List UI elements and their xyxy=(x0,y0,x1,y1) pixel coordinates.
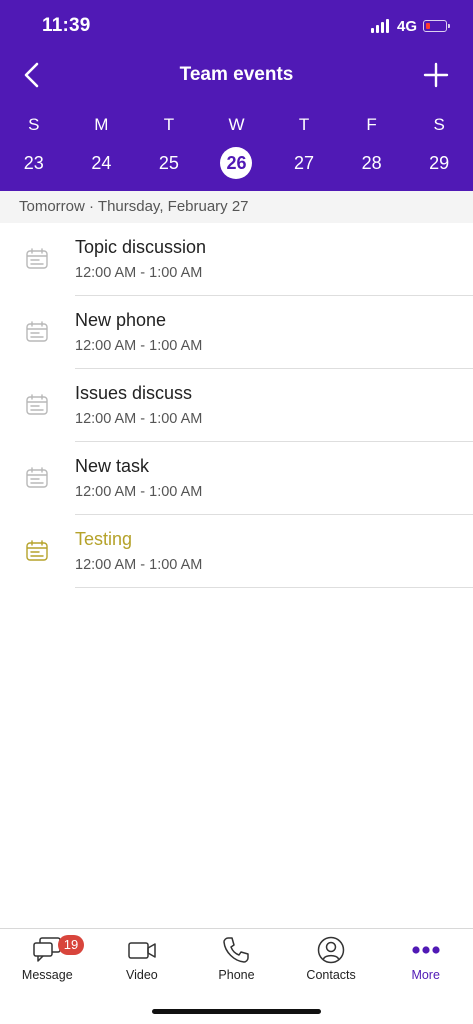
event-item[interactable]: New task 12:00 AM - 1:00 AM xyxy=(0,442,473,515)
tab-label: Video xyxy=(126,968,158,982)
tab-phone[interactable]: Phone xyxy=(189,935,284,982)
tab-label: Message xyxy=(21,968,73,982)
event-time: 12:00 AM - 1:00 AM xyxy=(75,265,203,281)
date-cell[interactable]: 27 xyxy=(288,147,320,179)
date-cell[interactable]: 29 xyxy=(423,147,455,179)
weekday-label: M xyxy=(94,115,109,134)
event-item[interactable]: Topic discussion 12:00 AM - 1:00 AM xyxy=(0,223,473,296)
date-cell[interactable]: 25 xyxy=(153,147,185,179)
weekday-label: T xyxy=(298,115,310,134)
event-item[interactable]: Issues discuss 12:00 AM - 1:00 AM xyxy=(0,369,473,442)
tab-video[interactable]: Video xyxy=(95,935,190,982)
home-indicator xyxy=(152,1009,321,1014)
network-type: 4G xyxy=(396,17,417,35)
date-cell[interactable]: 28 xyxy=(356,147,388,179)
event-list: Topic discussion 12:00 AM - 1:00 AM New … xyxy=(0,223,473,588)
status-time: 11:39 xyxy=(42,15,91,36)
date-cell[interactable]: 24 xyxy=(85,147,117,179)
event-title: New phone xyxy=(75,310,167,330)
calendar-icon xyxy=(26,394,48,415)
header-bar: 11:39 4G Team events S M T W T F S 23 24… xyxy=(0,0,473,191)
date-cell[interactable]: 23 xyxy=(18,147,50,179)
video-camera-icon xyxy=(128,942,156,959)
weekday-label: S xyxy=(433,115,445,134)
divider xyxy=(75,587,473,588)
event-title: New task xyxy=(75,456,150,476)
calendar-icon xyxy=(26,540,48,561)
weekday-label: F xyxy=(366,115,377,134)
weekday-label: S xyxy=(28,115,40,134)
tab-message[interactable]: 19 Message xyxy=(0,935,95,982)
signal-icon xyxy=(370,19,389,33)
event-time: 12:00 AM - 1:00 AM xyxy=(75,338,203,354)
event-title: Issues discuss xyxy=(75,383,193,403)
tab-label: More xyxy=(411,968,440,982)
event-title: Topic discussion xyxy=(75,237,207,257)
event-title: Testing xyxy=(75,529,133,549)
phone-icon xyxy=(223,937,250,963)
date-row: 23 24 25 26 27 28 29 xyxy=(0,147,473,179)
tab-contacts[interactable]: Contacts xyxy=(284,935,379,982)
plus-icon xyxy=(423,62,449,88)
person-circle-icon xyxy=(317,936,345,964)
section-date-label: Tomorrow · Thursday, February 27 xyxy=(0,191,473,223)
weekday-label: T xyxy=(163,115,175,134)
event-time: 12:00 AM - 1:00 AM xyxy=(75,557,203,573)
event-time: 12:00 AM - 1:00 AM xyxy=(75,411,203,427)
calendar-icon xyxy=(26,467,48,488)
weekday-row: S M T W T F S xyxy=(0,114,473,136)
event-time: 12:00 AM - 1:00 AM xyxy=(75,484,203,500)
event-item-highlighted[interactable]: Testing 12:00 AM - 1:00 AM xyxy=(0,515,473,588)
calendar-icon xyxy=(26,248,48,269)
page-title: Team events xyxy=(179,64,294,85)
weekday-label: W xyxy=(228,115,245,134)
battery-icon xyxy=(423,20,450,32)
tab-label: Contacts xyxy=(306,968,356,982)
chat-bubbles-icon xyxy=(33,937,62,962)
calendar-icon xyxy=(26,321,48,342)
date-cell-selected[interactable]: 26 xyxy=(220,147,253,179)
event-item[interactable]: New phone 12:00 AM - 1:00 AM xyxy=(0,296,473,369)
unread-badge: 19 xyxy=(58,935,84,955)
three-dots-icon xyxy=(412,946,440,954)
bottom-tab-bar: 19 Message Video Phone Contacts More xyxy=(0,928,473,1024)
tab-more[interactable]: More xyxy=(378,935,473,982)
add-event-button[interactable] xyxy=(421,60,451,90)
status-indicators: 4G xyxy=(370,16,450,36)
tab-label: Phone xyxy=(218,968,255,982)
